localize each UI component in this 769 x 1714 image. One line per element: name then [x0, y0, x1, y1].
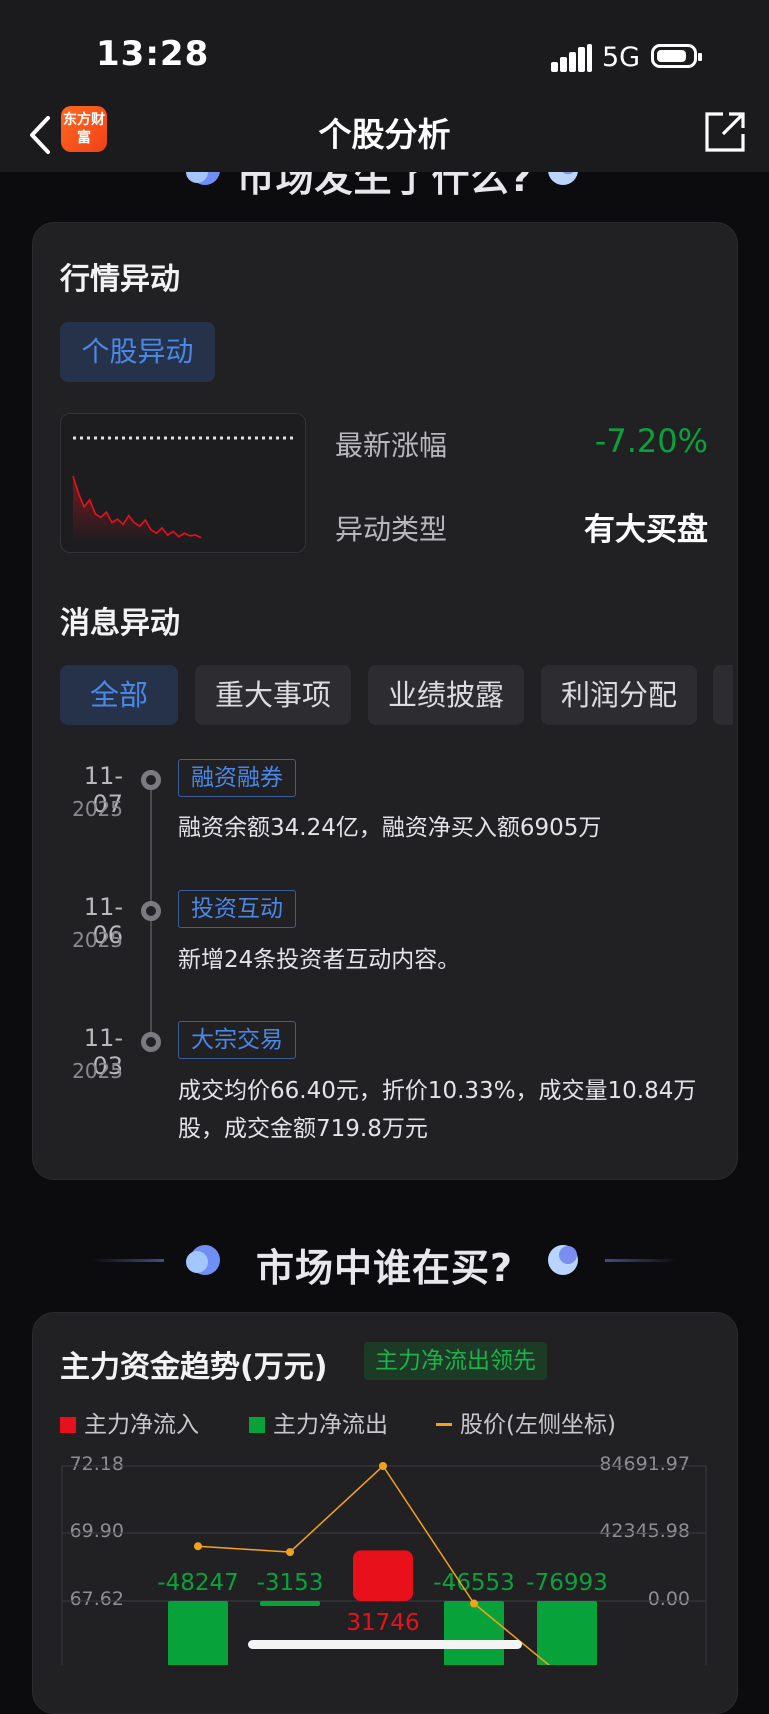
tab-more[interactable]: [713, 665, 733, 725]
news-year: 2025: [72, 928, 123, 952]
legend-inflow: 主力净流入: [60, 1405, 199, 1439]
legend-outflow-label: 主力净流出: [273, 1412, 388, 1438]
anomaly-type-label: 异动类型: [335, 513, 448, 546]
legend-price-label: 股价(左侧坐标): [460, 1412, 616, 1438]
left-axis-tick: 72.18: [69, 1453, 124, 1475]
news-tag[interactable]: 大宗交易: [178, 1021, 296, 1059]
legend-price: 股价(左侧坐标): [436, 1405, 616, 1439]
capital-badge: 主力净流出领先: [364, 1342, 547, 1380]
latest-change-label: 最新涨幅: [335, 429, 448, 462]
news-text[interactable]: 融资余额34.24亿，融资净买入额6905万: [178, 809, 718, 847]
section-title-market: 行情异动: [60, 262, 180, 297]
stock-anomaly-chip[interactable]: 个股异动: [60, 322, 215, 382]
section-banner-middle: 市场中谁在买?: [0, 1230, 769, 1290]
home-indicator[interactable]: [248, 1640, 522, 1649]
left-axis-tick: 69.90: [69, 1520, 124, 1542]
news-tag[interactable]: 融资融券: [178, 759, 296, 797]
right-axis-tick: 84691.97: [599, 1453, 690, 1475]
news-tag[interactable]: 投资互动: [178, 890, 296, 928]
legend-outflow: 主力净流出: [249, 1405, 388, 1439]
news-text[interactable]: 成交均价66.40元，折价10.33%，成交量10.84万股，成交金额719.8…: [178, 1072, 718, 1148]
status-bar: 13:28 5G: [0, 0, 769, 100]
nav-bar: 东方财富 个股分析: [0, 100, 769, 172]
orb-icon: [548, 1245, 578, 1275]
status-time: 13:28: [96, 34, 210, 74]
battery-icon: [651, 44, 702, 68]
timeline-dot: [141, 1032, 161, 1052]
signal-icon: [551, 44, 593, 72]
right-axis-tick: 42345.98: [599, 1520, 690, 1542]
news-text[interactable]: 新增24条投资者互动内容。: [178, 941, 718, 979]
left-axis-tick: 67.62: [69, 1588, 124, 1610]
tab-dividends[interactable]: 利润分配: [541, 665, 697, 725]
news-year: 2025: [72, 1059, 123, 1083]
anomaly-type-value: 有大买盘: [584, 512, 708, 548]
page-title: 个股分析: [318, 115, 451, 154]
banner-title: 市场中谁在买?: [255, 1246, 514, 1290]
legend-inflow-label: 主力净流入: [84, 1412, 199, 1438]
capital-title: 主力资金趋势(万元): [60, 1350, 328, 1385]
network-label: 5G: [602, 42, 641, 73]
section-title-news: 消息异动: [60, 606, 180, 641]
right-axis-tick: 0.00: [647, 1588, 690, 1610]
news-year: 2025: [72, 797, 123, 821]
intraday-sparkline: [60, 413, 306, 553]
timeline-dot: [141, 770, 161, 790]
tab-earnings[interactable]: 业绩披露: [368, 665, 524, 725]
timeline-dot: [141, 901, 161, 921]
tab-major-events[interactable]: 重大事项: [195, 665, 351, 725]
latest-change-value: -7.20%: [594, 422, 708, 460]
sparkline-area: [73, 476, 201, 542]
tab-all[interactable]: 全部: [60, 665, 178, 725]
share-icon[interactable]: [701, 108, 749, 156]
